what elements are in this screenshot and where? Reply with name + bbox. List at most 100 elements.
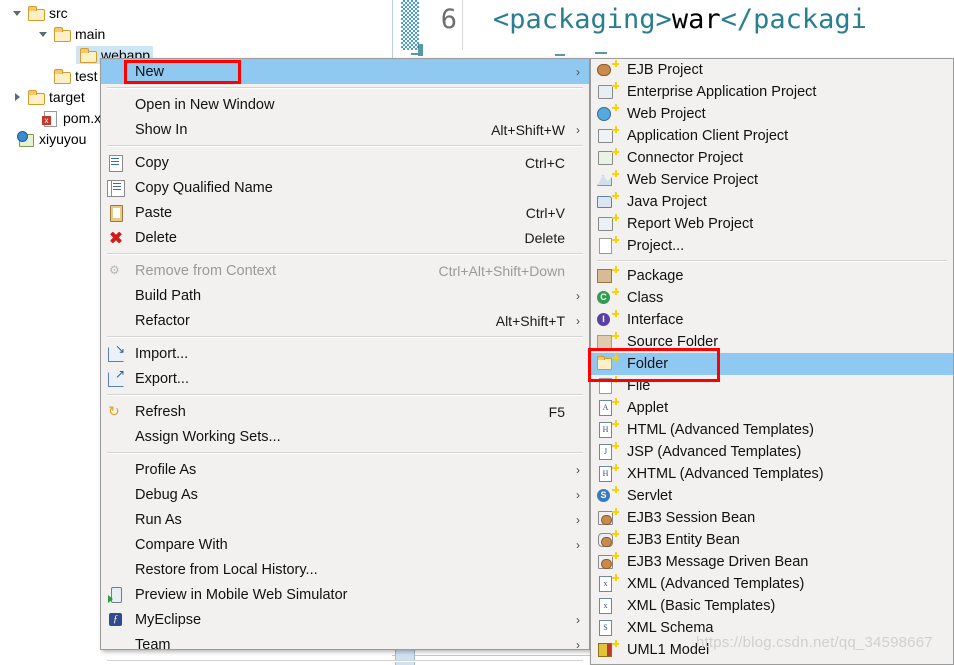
menu-item-team[interactable]: Team › [101, 632, 589, 657]
submenu-item-package[interactable]: Package [591, 265, 953, 287]
submenu-item-enterprise-application-project[interactable]: Enterprise Application Project [591, 81, 953, 103]
submenu-item-label: File [627, 378, 651, 394]
copy-icon [105, 154, 129, 172]
menu-item-remove-from-context: ⚙ Remove from Context Ctrl+Alt+Shift+Down [101, 258, 589, 283]
submenu-item-ejb3-message-driven-bean[interactable]: EJB3 Message Driven Bean [591, 551, 953, 573]
submenu-item-source-folder[interactable]: Source Folder [591, 331, 953, 353]
ejb3-mdb-icon [595, 552, 619, 571]
folder-icon [53, 68, 71, 84]
menu-item-copy-qualified-name[interactable]: Copy Qualified Name [101, 175, 589, 200]
submenu-item-xml-schema[interactable]: S XML Schema [591, 617, 953, 639]
menu-item-import[interactable]: Import... [101, 341, 589, 366]
submenu-item-label: XML Schema [627, 620, 714, 636]
submenu-item-label: Application Client Project [627, 128, 789, 144]
submenu-item-folder[interactable]: Folder [591, 353, 953, 375]
menu-item-label: Open in New Window [135, 96, 275, 113]
submenu-item-label: Report Web Project [627, 216, 754, 232]
submenu-item-project[interactable]: Project... [591, 235, 953, 257]
menu-item-open-in-new-window[interactable]: Open in New Window [101, 92, 589, 117]
tree-item-content: test [50, 67, 101, 85]
submenu-item-interface[interactable]: I Interface [591, 309, 953, 331]
menu-item-copy[interactable]: Copy Ctrl+C [101, 150, 589, 175]
menu-item-paste[interactable]: Paste Ctrl+V [101, 200, 589, 225]
menu-item-compare-with[interactable]: Compare With › [101, 532, 589, 557]
webservice-project-icon [595, 170, 619, 189]
menu-item-new[interactable]: New › [101, 59, 589, 84]
context-menu[interactable]: New › Open in New Window Show In Alt+Shift+W… [100, 58, 590, 662]
submenu-item-jsp-advanced-templates-[interactable]: J JSP (Advanced Templates) [591, 441, 953, 463]
tree-item-src[interactable]: src [10, 2, 71, 23]
menu-item-myeclipse[interactable]: ƒ MyEclipse › [101, 607, 589, 632]
xml-open-tag: <packaging> [493, 4, 672, 35]
menu-item-shortcut: Ctrl+Alt+Shift+Down [438, 262, 565, 279]
menu-item-label: Preview in Mobile Web Simulator [135, 586, 348, 603]
submenu-item-java-project[interactable]: Java Project [591, 191, 953, 213]
menu-item-assign-working-sets[interactable]: Assign Working Sets... [101, 424, 589, 449]
tree-item-target[interactable]: target [10, 86, 88, 107]
submenu-item-label: Enterprise Application Project [627, 84, 817, 100]
submenu-item-ejb-project[interactable]: EJB Project [591, 59, 953, 81]
tree-item-content: src [24, 4, 71, 22]
chevron-right-icon[interactable] [10, 90, 24, 104]
new-submenu[interactable]: EJB Project Enterprise Application Projec… [590, 58, 954, 665]
menu-item-profile-as[interactable]: Profile As › [101, 457, 589, 482]
submenu-item-xml-basic-templates-[interactable]: x XML (Basic Templates) [591, 595, 953, 617]
chevron-down-icon[interactable] [36, 27, 50, 41]
connector-project-icon [595, 148, 619, 167]
menu-item-shortcut: Delete [524, 229, 565, 246]
source-folder-icon [595, 332, 619, 351]
submenu-item-label: XML (Advanced Templates) [627, 576, 805, 592]
submenu-item-report-web-project[interactable]: Report Web Project [591, 213, 953, 235]
submenu-item-label: Web Project [627, 106, 706, 122]
menu-item-run-as[interactable]: Run As › [101, 507, 589, 532]
file-icon [595, 376, 619, 395]
submenu-item-html-advanced-templates-[interactable]: H HTML (Advanced Templates) [591, 419, 953, 441]
project-icon [17, 130, 35, 147]
submenu-item-label: UML1 Model [627, 642, 710, 658]
paste-icon [105, 204, 129, 222]
menu-item-build-path[interactable]: Build Path › [101, 283, 589, 308]
menu-item-refresh[interactable]: ↻ Refresh F5 [101, 399, 589, 424]
mobile-sim-icon [105, 586, 129, 604]
submenu-arrow-icon: › [576, 64, 580, 79]
folder-icon [53, 26, 71, 42]
tree-item-xiyuyou[interactable]: xiyuyou [0, 128, 89, 149]
menu-item-debug-as[interactable]: Debug As › [101, 482, 589, 507]
tree-item-test[interactable]: test [36, 65, 101, 86]
menu-item-restore-from-local-history[interactable]: Restore from Local History... [101, 557, 589, 582]
menu-separator [107, 660, 583, 662]
tree-item-main[interactable]: main [36, 23, 108, 44]
copy-qualified-icon [105, 179, 129, 197]
tree-item-label: target [49, 88, 85, 105]
submenu-item-web-service-project[interactable]: Web Service Project [591, 169, 953, 191]
submenu-item-file[interactable]: File [591, 375, 953, 397]
submenu-arrow-icon: › [576, 612, 580, 627]
menu-item-refactor[interactable]: Refactor Alt+Shift+T › [101, 308, 589, 333]
submenu-item-ejb3-entity-bean[interactable]: EJB3 Entity Bean [591, 529, 953, 551]
submenu-item-ejb3-session-bean[interactable]: EJB3 Session Bean [591, 507, 953, 529]
submenu-item-applet[interactable]: A Applet [591, 397, 953, 419]
submenu-item-label: Class [627, 290, 664, 306]
menu-item-delete[interactable]: Delete Delete [101, 225, 589, 250]
submenu-item-uml1-model[interactable]: UML1 Model [591, 639, 953, 661]
submenu-item-web-project[interactable]: Web Project [591, 103, 953, 125]
submenu-item-class[interactable]: C Class [591, 287, 953, 309]
menu-item-icon-slot [105, 312, 129, 330]
interface-icon: I [595, 310, 619, 329]
submenu-item-label: JSP (Advanced Templates) [627, 444, 802, 460]
menu-item-preview-in-mobile-web-simulator[interactable]: Preview in Mobile Web Simulator [101, 582, 589, 607]
menu-item-show-in[interactable]: Show In Alt+Shift+W › [101, 117, 589, 142]
submenu-item-label: EJB Project [627, 62, 703, 78]
submenu-item-application-client-project[interactable]: Application Client Project [591, 125, 953, 147]
menu-item-export[interactable]: Export... [101, 366, 589, 391]
submenu-item-xml-advanced-templates-[interactable]: x XML (Advanced Templates) [591, 573, 953, 595]
submenu-item-connector-project[interactable]: Connector Project [591, 147, 953, 169]
submenu-item-servlet[interactable]: S Servlet [591, 485, 953, 507]
menu-item-label: Refactor [135, 312, 190, 329]
chevron-down-icon[interactable] [10, 6, 24, 20]
menu-item-icon-slot [105, 561, 129, 579]
menu-separator [107, 87, 583, 89]
submenu-item-xhtml-advanced-templates-[interactable]: H XHTML (Advanced Templates) [591, 463, 953, 485]
